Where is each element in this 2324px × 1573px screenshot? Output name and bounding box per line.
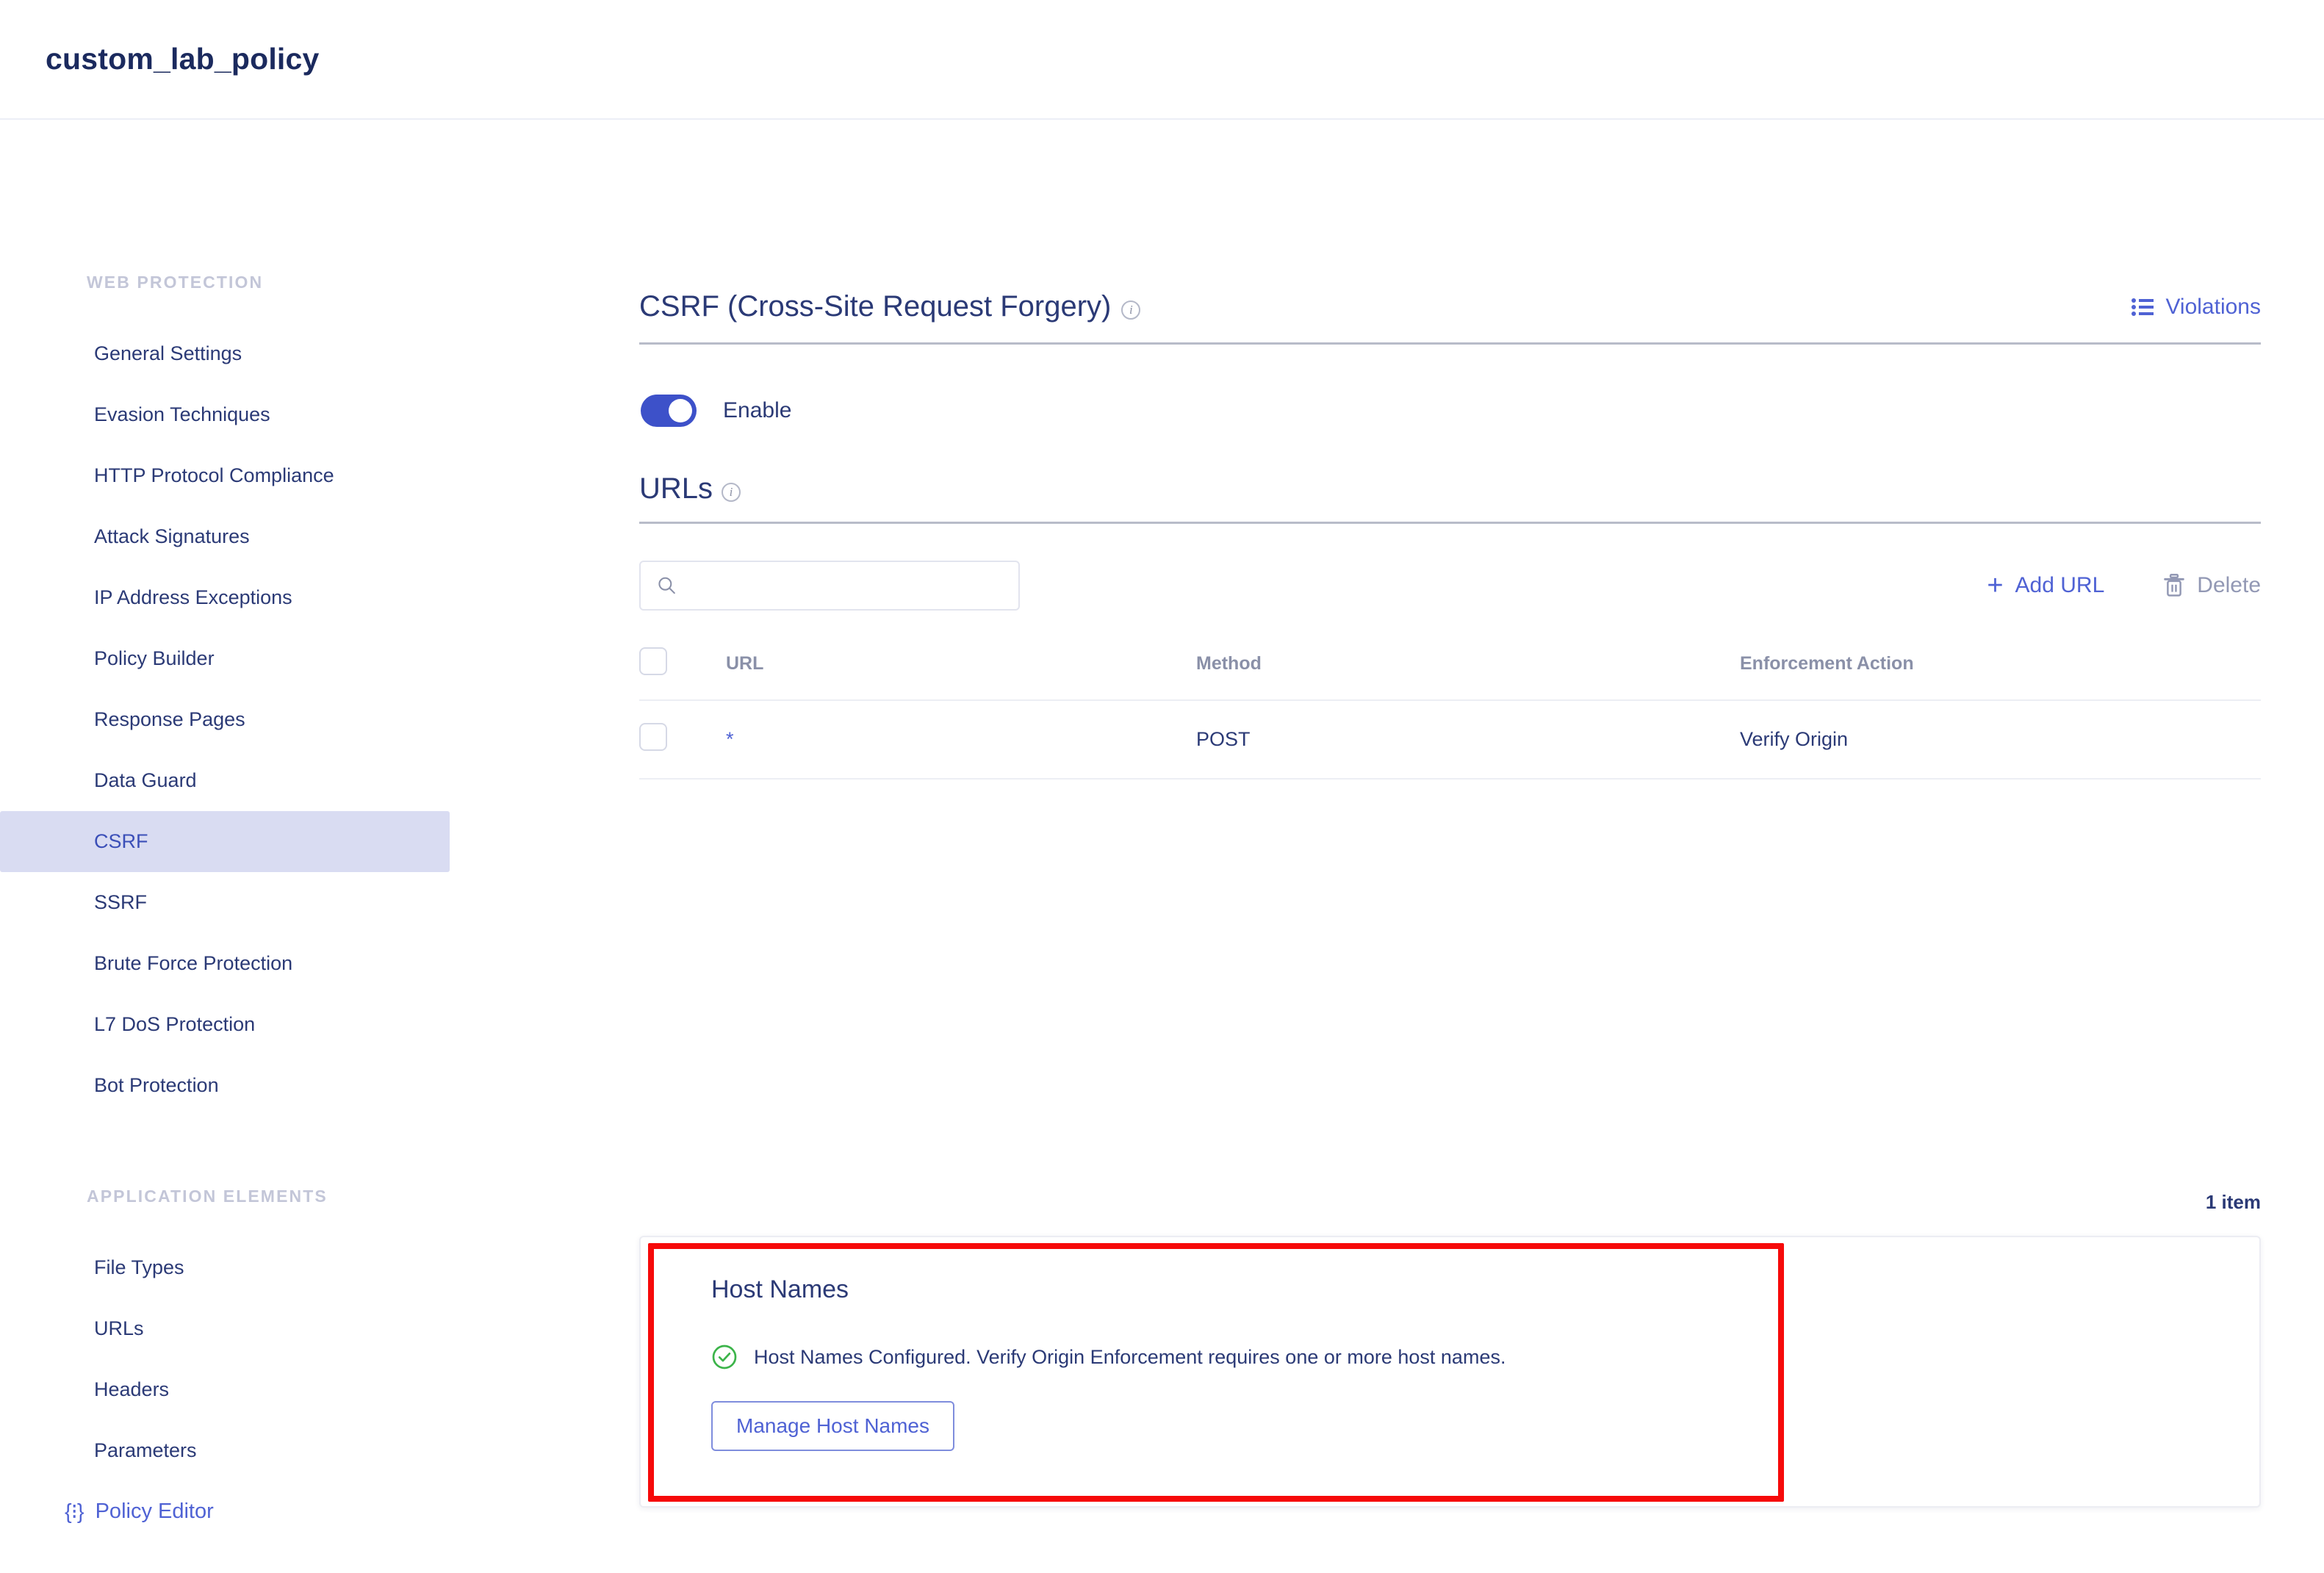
sidebar-item-evasion-techniques[interactable]: Evasion Techniques: [0, 384, 450, 445]
violations-label: Violations: [2165, 295, 2261, 319]
urls-section-title: URLs: [639, 472, 713, 505]
sidebar-item-brute-force-protection[interactable]: Brute Force Protection: [0, 933, 450, 994]
column-header-enforcement-action[interactable]: Enforcement Action: [1740, 637, 2261, 701]
cell-enforcement-action: Verify Origin: [1740, 700, 2261, 780]
plus-icon: +: [1987, 570, 2004, 601]
row-select-cell: [639, 700, 726, 780]
sidebar-item-ssrf[interactable]: SSRF: [0, 872, 450, 933]
enable-toggle[interactable]: [641, 395, 697, 427]
sidebar-item-label: Brute Force Protection: [94, 952, 293, 974]
search-input[interactable]: [688, 574, 1002, 597]
sidebar-item-label: General Settings: [94, 342, 242, 364]
policy-editor-label: Policy Editor: [95, 1500, 214, 1523]
item-count: 1 item: [2205, 1191, 2261, 1213]
search-box[interactable]: [639, 561, 1020, 611]
host-names-content: Host Names Host Names Configured. Verify…: [641, 1237, 2259, 1451]
sidebar-item-urls[interactable]: URLs: [0, 1298, 450, 1359]
sidebar-item-label: File Types: [94, 1256, 184, 1278]
delete-label: Delete: [2197, 573, 2261, 597]
urls-table: URL Method Enforcement Action * POST Ver…: [639, 637, 2261, 780]
sidebar-item-headers[interactable]: Headers: [0, 1359, 450, 1420]
info-icon[interactable]: i: [722, 482, 741, 502]
section-title-text: CSRF (Cross-Site Request Forgery): [639, 290, 1112, 323]
sidebar-item-label: Policy Builder: [94, 647, 215, 669]
sidebar-item-label: Response Pages: [94, 708, 245, 730]
host-names-card: Host Names Host Names Configured. Verify…: [639, 1236, 2261, 1508]
sidebar-item-label: Headers: [94, 1378, 170, 1400]
sidebar-item-http-protocol-compliance[interactable]: HTTP Protocol Compliance: [0, 445, 450, 506]
urls-table-body: * POST Verify Origin: [639, 700, 2261, 780]
sidebar-group-application-elements-label: APPLICATION ELEMENTS: [87, 1187, 328, 1206]
sidebar-item-label: Parameters: [94, 1439, 197, 1461]
sidebar-item-general-settings[interactable]: General Settings: [0, 323, 450, 384]
curly-braces-icon: {⁝}: [65, 1500, 84, 1524]
urls-toolbar: + Add URL Delete: [639, 561, 2261, 611]
sidebar-group-web-protection-label: WEB PROTECTION: [87, 273, 264, 292]
sidebar-item-file-types[interactable]: File Types: [0, 1237, 450, 1298]
main-content: CSRF (Cross-Site Request Forgery) i Viol…: [639, 120, 2324, 1525]
page-title: custom_lab_policy: [46, 42, 320, 76]
column-header-method[interactable]: Method: [1196, 637, 1740, 701]
host-names-title: Host Names: [711, 1275, 849, 1303]
enable-toggle-row: Enable: [639, 395, 2261, 427]
url-value[interactable]: *: [726, 728, 734, 750]
sidebar-item-l7-dos-protection[interactable]: L7 DoS Protection: [0, 994, 450, 1055]
sidebar-item-label: IP Address Exceptions: [94, 586, 292, 608]
urls-section-header: URLs i: [639, 472, 2261, 524]
policy-editor-link[interactable]: {⁝} Policy Editor: [0, 1499, 639, 1525]
table-row[interactable]: * POST Verify Origin: [639, 700, 2261, 780]
sidebar-item-label: Bot Protection: [94, 1074, 219, 1096]
add-url-button[interactable]: + Add URL: [1987, 572, 2104, 600]
sidebar-item-bot-protection[interactable]: Bot Protection: [0, 1055, 450, 1116]
info-icon[interactable]: i: [1121, 300, 1141, 320]
sidebar-item-label: CSRF: [94, 830, 148, 852]
search-icon: [658, 577, 675, 594]
section-header: CSRF (Cross-Site Request Forgery) i Viol…: [639, 290, 2261, 345]
sidebar: WEB PROTECTION General Settings Evasion …: [0, 120, 639, 1525]
table-header-row: URL Method Enforcement Action: [639, 637, 2261, 701]
section-title: CSRF (Cross-Site Request Forgery) i: [639, 290, 1141, 323]
sidebar-item-response-pages[interactable]: Response Pages: [0, 689, 450, 750]
sidebar-item-label: Attack Signatures: [94, 525, 250, 547]
urls-table-head: URL Method Enforcement Action: [639, 637, 2261, 701]
host-names-status-text: Host Names Configured. Verify Origin Enf…: [754, 1345, 1506, 1368]
sidebar-item-parameters[interactable]: Parameters: [0, 1420, 450, 1481]
trash-icon: [2164, 574, 2185, 597]
cell-url: *: [726, 700, 1196, 780]
sidebar-item-policy-builder[interactable]: Policy Builder: [0, 628, 450, 689]
toolbar-actions: + Add URL Delete: [1987, 572, 2261, 600]
sidebar-item-label: Evasion Techniques: [94, 403, 270, 425]
select-all-checkbox[interactable]: [639, 647, 667, 675]
sidebar-item-label: Data Guard: [94, 769, 197, 791]
check-circle-icon: [712, 1345, 737, 1369]
sidebar-group-spacer: [0, 1116, 639, 1187]
violations-link[interactable]: Violations: [2131, 295, 2261, 320]
row-checkbox[interactable]: [639, 723, 667, 751]
sidebar-item-ip-address-exceptions[interactable]: IP Address Exceptions: [0, 567, 450, 628]
cell-method: POST: [1196, 700, 1740, 780]
sidebar-item-csrf[interactable]: CSRF: [0, 811, 450, 872]
sidebar-item-label: URLs: [94, 1317, 144, 1339]
select-all-cell: [639, 637, 726, 701]
body-wrapper: WEB PROTECTION General Settings Evasion …: [0, 120, 2324, 1525]
app-header: custom_lab_policy: [0, 0, 2324, 120]
toggle-knob: [669, 399, 692, 422]
column-header-url[interactable]: URL: [726, 637, 1196, 701]
add-url-label: Add URL: [2015, 573, 2105, 597]
sidebar-item-attack-signatures[interactable]: Attack Signatures: [0, 506, 450, 567]
sidebar-item-label: HTTP Protocol Compliance: [94, 464, 334, 486]
sidebar-item-label: SSRF: [94, 891, 148, 913]
sidebar-item-label: L7 DoS Protection: [94, 1013, 256, 1035]
delete-button[interactable]: Delete: [2163, 573, 2261, 598]
list-icon: [2131, 298, 2154, 316]
manage-host-names-button[interactable]: Manage Host Names: [711, 1401, 955, 1451]
host-names-status: Host Names Configured. Verify Origin Enf…: [711, 1344, 2259, 1370]
sidebar-item-data-guard[interactable]: Data Guard: [0, 750, 450, 811]
enable-toggle-label: Enable: [723, 398, 792, 422]
